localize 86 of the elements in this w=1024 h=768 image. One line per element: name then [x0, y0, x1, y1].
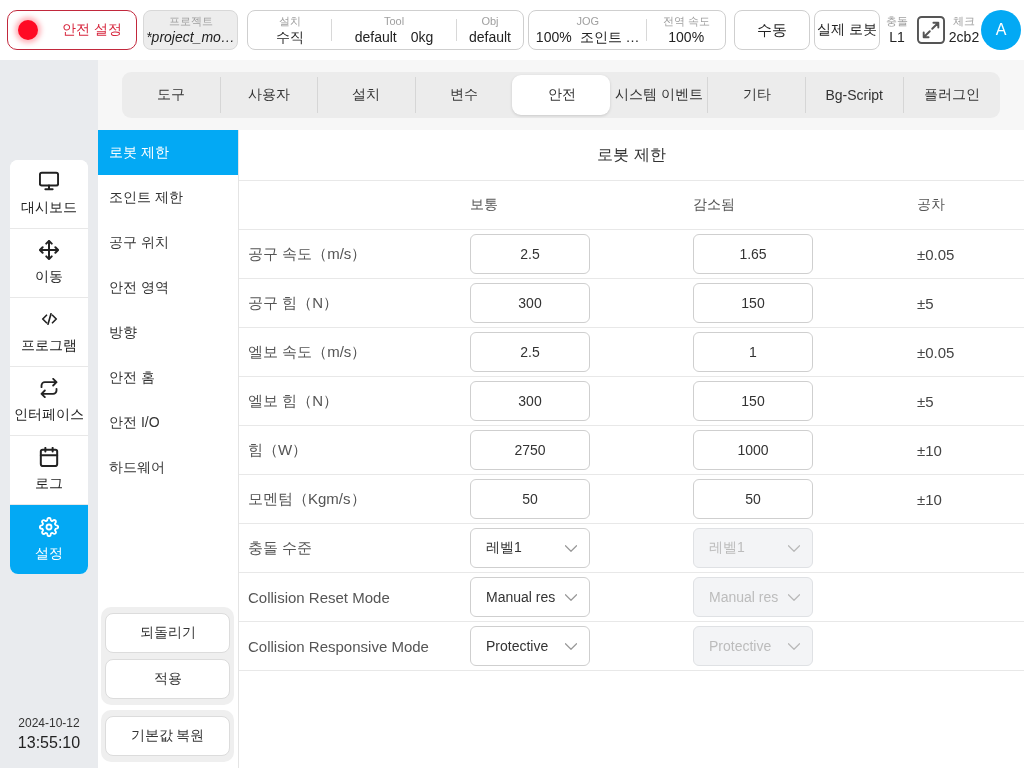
- project-name: *project_mo…: [146, 27, 235, 46]
- column-header: 감소됨: [693, 196, 735, 214]
- calendar-icon: [39, 447, 59, 467]
- status-value: 100%: [668, 27, 705, 46]
- status-value: default: [354, 27, 397, 46]
- time-text: 13:55:10: [17, 734, 81, 752]
- status-value: 수직: [275, 27, 304, 46]
- number-field[interactable]: 1.65: [693, 234, 813, 274]
- tab[interactable]: 플러그인: [902, 77, 1001, 113]
- row-label: 공구 속도（m/s）: [247, 244, 367, 264]
- number-field[interactable]: 150: [693, 283, 813, 323]
- number-field[interactable]: 300: [470, 381, 590, 421]
- number-field[interactable]: 50: [470, 479, 590, 519]
- panel-title: 로봇 제한: [239, 130, 1024, 181]
- number-field[interactable]: 50: [693, 479, 813, 519]
- chevron-down-icon: [788, 642, 800, 650]
- row-label: 모멘텀（Kgm/s）: [247, 489, 366, 509]
- dropdown[interactable]: 레벨1: [470, 528, 590, 568]
- chevron-down-icon: [788, 593, 800, 601]
- chevron-down-icon: [565, 544, 577, 552]
- status-value: 조인트 …: [579, 27, 640, 46]
- chevron-down-icon: [565, 593, 577, 601]
- number-field[interactable]: 2750: [470, 430, 590, 470]
- move-icon: [39, 240, 59, 260]
- status-label: Tool: [383, 14, 405, 28]
- jog-panel[interactable]: JOG 100% 조인트 … 전역 속도 100%: [528, 10, 726, 50]
- tab[interactable]: 기타: [707, 77, 805, 113]
- tab[interactable]: 도구: [122, 77, 220, 113]
- check-label: 체크: [953, 14, 975, 28]
- status-label: Obj: [481, 14, 499, 28]
- row-label: 엘보 속도（m/s）: [247, 342, 367, 362]
- tab[interactable]: Bg-Script: [804, 77, 903, 113]
- safety-settings-button[interactable]: 안전 설정: [7, 10, 137, 50]
- tab[interactable]: 시스템 이벤트: [609, 77, 708, 113]
- row-label: Collision Reset Mode: [247, 588, 390, 606]
- number-field[interactable]: 2.5: [470, 332, 590, 372]
- status-light-icon: [18, 20, 38, 40]
- tab[interactable]: 사용자: [219, 77, 318, 113]
- expand-icon[interactable]: [917, 16, 945, 44]
- project-label: 프로젝트: [168, 14, 213, 28]
- number-field[interactable]: 150: [693, 381, 813, 421]
- number-field[interactable]: 2.5: [470, 234, 590, 274]
- monitor-icon: [39, 171, 59, 191]
- number-field[interactable]: 1: [693, 332, 813, 372]
- collision-value: L1: [889, 27, 905, 46]
- tolerance-value: ±5: [917, 392, 934, 410]
- code-icon: [40, 313, 58, 325]
- status-label: JOG: [576, 14, 599, 28]
- date-text: 2024-10-12: [18, 716, 80, 730]
- status-value: 100%: [535, 27, 572, 46]
- collision-label: 충돌: [886, 14, 908, 28]
- check-value: 2cb2: [948, 27, 980, 46]
- action-button[interactable]: 되돌리기: [105, 613, 230, 653]
- settings-icon: [39, 516, 59, 537]
- mode-button[interactable]: 수동: [734, 10, 810, 50]
- number-field[interactable]: 300: [470, 283, 590, 323]
- row-label: 충돌 수준: [247, 538, 313, 558]
- installation-panel[interactable]: 설치 수직 Tool default 0kg Obj default: [247, 10, 524, 50]
- status-value: default: [468, 27, 511, 46]
- project-indicator[interactable]: 프로젝트 *project_mo…: [143, 10, 238, 50]
- column-header: 공차: [917, 196, 945, 214]
- status-value: 0kg: [410, 27, 434, 46]
- swap-arrows-icon: [39, 378, 59, 398]
- real-robot-button[interactable]: 실제 로봇: [814, 10, 880, 50]
- action-button[interactable]: 기본값 복원: [105, 716, 230, 756]
- tolerance-value: ±5: [917, 294, 934, 312]
- number-field[interactable]: 1000: [693, 430, 813, 470]
- row-label: 공구 힘（N）: [247, 293, 338, 313]
- chevron-down-icon: [788, 544, 800, 552]
- row-label: Collision Responsive Mode: [247, 637, 429, 655]
- tolerance-value: ±10: [917, 441, 942, 459]
- nav-item[interactable]: 대시보드: [10, 160, 88, 229]
- row-label: 엘보 힘（N）: [247, 391, 338, 411]
- tolerance-value: ±0.05: [917, 245, 955, 263]
- tab[interactable]: 설치: [317, 77, 415, 113]
- row-label: 힘（W）: [247, 440, 308, 460]
- status-label: 설치: [278, 14, 301, 28]
- tolerance-value: ±10: [917, 490, 942, 508]
- chevron-down-icon: [565, 642, 577, 650]
- action-button[interactable]: 적용: [105, 659, 230, 699]
- status-label: 전역 속도: [662, 14, 710, 28]
- dropdown[interactable]: Protective: [470, 626, 590, 666]
- tab[interactable]: 안전: [512, 75, 610, 115]
- tolerance-value: ±0.05: [917, 343, 955, 361]
- column-header: 보통: [470, 196, 498, 214]
- dropdown[interactable]: Manual res: [470, 577, 590, 617]
